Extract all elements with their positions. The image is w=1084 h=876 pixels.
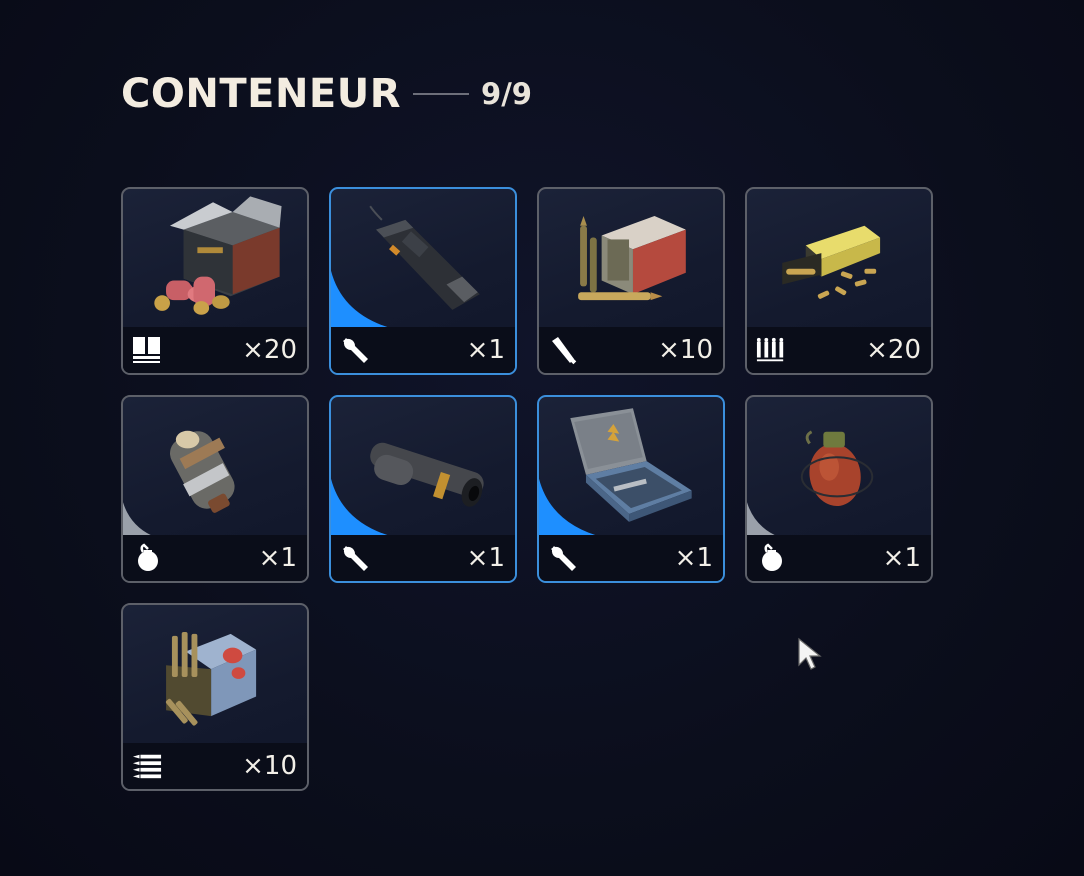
item-quantity: ×1 [674, 543, 713, 573]
slot-footer: ×20 [747, 327, 931, 373]
container-title: CONTENEUR [121, 71, 402, 117]
mouse-pointer-icon [798, 637, 822, 670]
slot-footer: ×10 [539, 327, 723, 373]
item-quantity: ×10 [658, 335, 713, 365]
tool-case-image [570, 408, 692, 522]
item-slot-sniper-ammo[interactable]: ×10 [121, 603, 309, 791]
item-quantity: ×1 [466, 335, 505, 365]
item-quantity: ×1 [466, 543, 505, 573]
rifle-ammo-icon [132, 751, 162, 781]
throwable-icon [132, 543, 162, 573]
slot-footer: ×1 [331, 535, 515, 581]
suppressor-image [370, 442, 484, 507]
item-slot-shotgun-shells[interactable]: ×20 [121, 187, 309, 375]
sniper-ammo-box-image [165, 631, 257, 726]
slot-footer: ×1 [747, 535, 931, 581]
slot-footer: ×1 [123, 535, 307, 581]
wrench-icon [548, 543, 578, 573]
slot-footer: ×1 [331, 327, 515, 373]
header-divider [413, 93, 470, 95]
wrench-icon [340, 543, 370, 573]
slot-footer: ×20 [123, 327, 307, 373]
item-slot-walkie-talkie[interactable]: ×1 [329, 187, 517, 375]
shotgun-shells-box-image [154, 196, 282, 315]
bullet-icon [548, 335, 578, 365]
pipe-bomb-image [169, 430, 235, 513]
slot-footer: ×1 [539, 535, 723, 581]
item-slot-pistol-ammo[interactable]: ×20 [745, 187, 933, 375]
walkie-talkie-image [369, 205, 486, 310]
item-quantity: ×20 [866, 335, 921, 365]
item-slot-rifle-ammo[interactable]: ×10 [537, 187, 725, 375]
slot-footer: ×10 [123, 743, 307, 789]
container-count: 9/9 [481, 77, 532, 111]
wrench-icon [340, 335, 370, 365]
item-slot-frag-grenade[interactable]: ×1 [745, 395, 933, 583]
rifle-ammo-box-image [578, 215, 686, 301]
pistol-ammo-icon [756, 335, 786, 365]
throwable-icon [756, 543, 786, 573]
item-quantity: ×10 [242, 751, 297, 781]
pistol-ammo-box-image [782, 225, 881, 299]
shotgun-shells-icon [132, 335, 162, 365]
item-quantity: ×20 [242, 335, 297, 365]
item-slot-pipe-bomb[interactable]: ×1 [121, 395, 309, 583]
frag-grenade-image [800, 430, 874, 507]
item-quantity: ×1 [258, 543, 297, 573]
item-slot-tool-case[interactable]: ×1 [537, 395, 725, 583]
item-slot-suppressor[interactable]: ×1 [329, 395, 517, 583]
container-header: CONTENEUR 9/9 [121, 70, 532, 118]
item-quantity: ×1 [882, 543, 921, 573]
